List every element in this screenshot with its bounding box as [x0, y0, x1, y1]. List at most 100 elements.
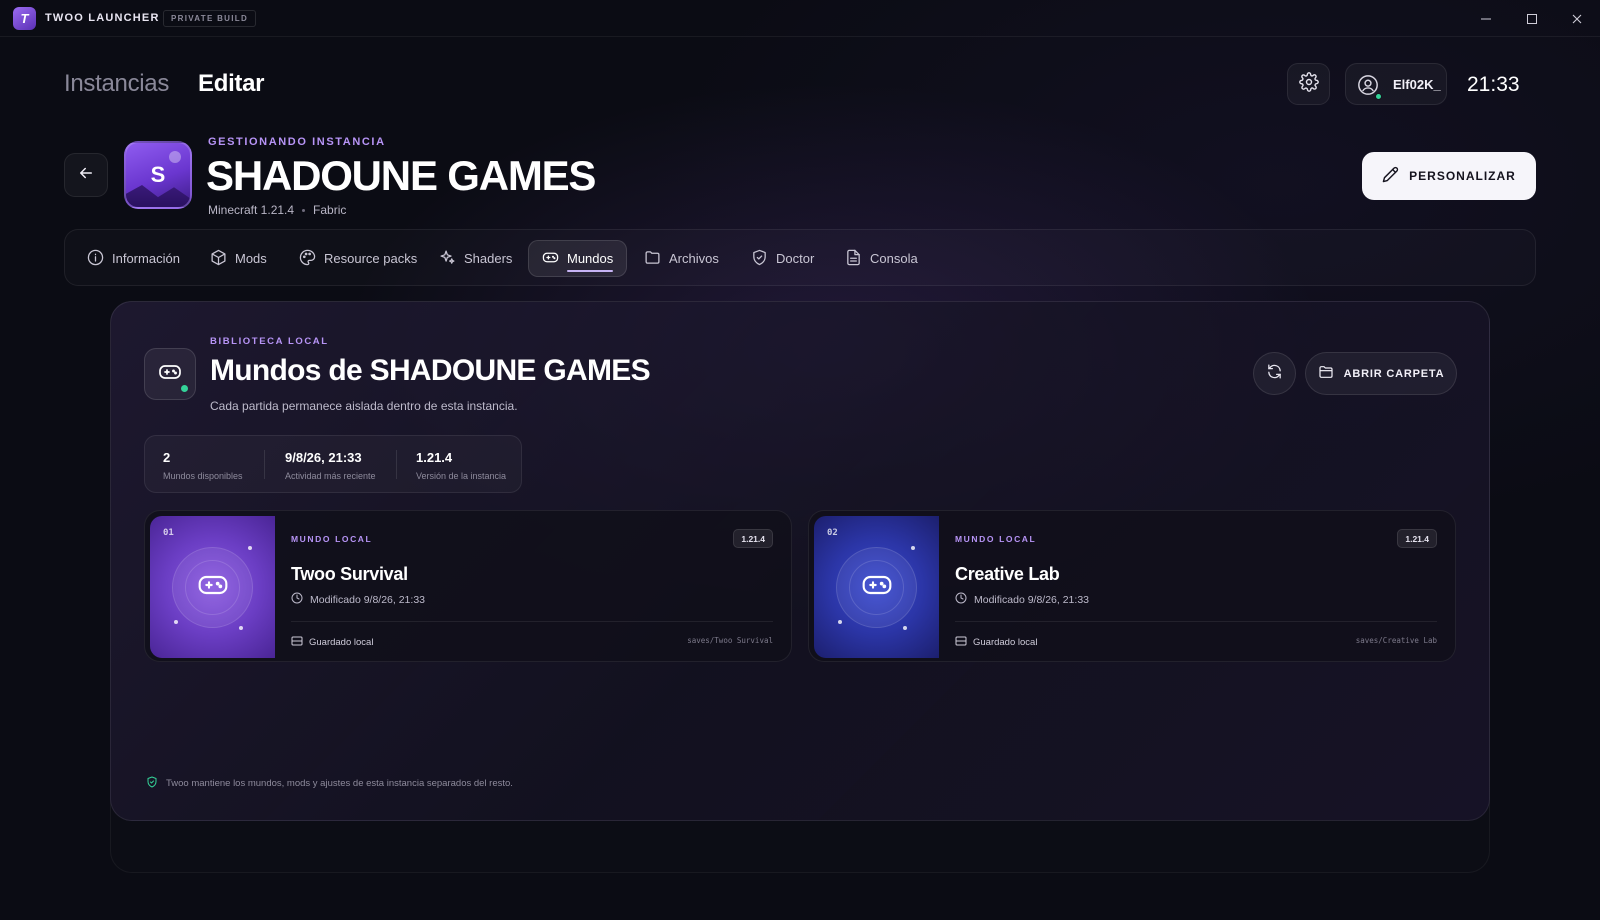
world-storage: Guardado local [291, 635, 373, 650]
minimize-icon[interactable] [1475, 8, 1497, 30]
app-logo: T [13, 7, 36, 30]
shield-icon [751, 249, 768, 269]
close-icon[interactable] [1566, 8, 1588, 30]
sparkle-dot [838, 620, 842, 624]
open-folder-button[interactable]: ABRIR CARPETA [1305, 352, 1457, 395]
customize-label: PERSONALIZAR [1409, 169, 1516, 183]
sparkles-icon [439, 249, 456, 269]
drive-icon [291, 635, 303, 650]
drive-icon [955, 635, 967, 650]
instance-meta: Minecraft 1.21.4 Fabric [208, 203, 346, 217]
instance-icon: S [124, 141, 192, 209]
gamepad-icon [158, 360, 182, 389]
clock-icon [291, 592, 303, 607]
app-name: TWOO LAUNCHER [45, 12, 160, 24]
info-icon [87, 249, 104, 269]
tab-doctor[interactable]: Doctor [751, 240, 814, 277]
instance-overline: GESTIONANDO INSTANCIA [208, 136, 386, 148]
sparkle-dot [903, 626, 907, 630]
world-number: 01 [163, 528, 174, 538]
stat-value: 2 [163, 450, 171, 465]
folder-open-icon [1318, 364, 1334, 383]
tab-mundos[interactable]: Mundos [528, 240, 628, 277]
stat-divider [264, 450, 265, 479]
gamepad-icon [542, 249, 559, 269]
shield-check-icon [146, 776, 158, 791]
clock-icon [955, 592, 967, 607]
world-card[interactable]: 02 MUNDO LOCAL 1.21.4 Creative Lab Modif… [808, 510, 1456, 662]
instance-icon-mountains [126, 185, 190, 207]
tab-resource-packs[interactable]: Resource packs [299, 240, 417, 277]
world-path: saves/Twoo Survival [687, 636, 773, 645]
settings-button[interactable] [1287, 63, 1330, 105]
maximize-icon[interactable] [1521, 8, 1543, 30]
document-icon [845, 249, 862, 269]
palette-icon [299, 249, 316, 269]
stat-label: Actividad más reciente [285, 471, 376, 481]
world-storage: Guardado local [955, 635, 1037, 650]
sparkle-dot [239, 626, 243, 630]
stat-divider [396, 450, 397, 479]
world-name: Twoo Survival [291, 564, 408, 584]
world-modified-text: Modificado 9/8/26, 21:33 [974, 593, 1089, 606]
tab-label: Shaders [464, 251, 513, 266]
world-thumbnail: 01 [150, 516, 275, 658]
window-titlebar[interactable]: T TWOO LAUNCHER PRIVATE BUILD [0, 0, 1600, 37]
refresh-button[interactable] [1253, 352, 1296, 395]
gamepad-icon [861, 569, 893, 606]
world-version-badge: 1.21.4 [733, 529, 773, 548]
meta-separator [302, 208, 306, 212]
clock: 21:33 [1467, 73, 1520, 96]
sparkle-dot [174, 620, 178, 624]
card-divider [955, 621, 1437, 622]
world-version-badge: 1.21.4 [1397, 529, 1437, 548]
worlds-title: Mundos de SHADOUNE GAMES [210, 354, 651, 387]
gear-icon [1298, 71, 1319, 97]
stat-value: 9/8/26, 21:33 [285, 450, 362, 465]
breadcrumb-instancias[interactable]: Instancias [64, 70, 169, 98]
tab-label: Mods [235, 251, 267, 266]
stat-value: 1.21.4 [416, 450, 453, 465]
open-folder-label: ABRIR CARPETA [1343, 367, 1445, 380]
user-profile-button[interactable]: Elf02K_ [1345, 63, 1447, 105]
library-overline: BIBLIOTECA LOCAL [210, 336, 329, 347]
tab-label: Archivos [669, 251, 719, 266]
worlds-header-icon [144, 348, 196, 400]
instance-loader: Fabric [313, 203, 347, 217]
stat-label: Versión de la instancia [416, 471, 507, 481]
world-storage-text: Guardado local [973, 637, 1038, 648]
refresh-icon [1266, 363, 1283, 385]
isolation-note: Twoo mantiene los mundos, mods y ajustes… [146, 776, 513, 791]
tab-informacion[interactable]: Información [87, 240, 180, 277]
card-divider [291, 621, 773, 622]
tab-label: Resource packs [324, 251, 418, 266]
customize-button[interactable]: PERSONALIZAR [1362, 152, 1536, 200]
pencil-icon [1382, 166, 1399, 186]
worlds-subtitle: Cada partida permanece aislada dentro de… [210, 399, 518, 413]
world-modified-text: Modificado 9/8/26, 21:33 [310, 593, 425, 606]
world-name: Creative Lab [955, 564, 1060, 584]
world-overline: MUNDO LOCAL [955, 534, 1037, 544]
tab-label: Información [112, 251, 180, 266]
worlds-stats: 2 Mundos disponibles 9/8/26, 21:33 Activ… [144, 435, 522, 493]
world-card[interactable]: 01 MUNDO LOCAL 1.21.4 Twoo Survival Modi… [144, 510, 792, 662]
back-button[interactable] [64, 153, 108, 197]
thumbnail-inner-ring [849, 560, 904, 615]
world-modified: Modificado 9/8/26, 21:33 [291, 592, 425, 607]
instance-version: Minecraft 1.21.4 [208, 203, 295, 217]
tab-consola[interactable]: Consola [845, 240, 918, 277]
tab-label: Doctor [776, 251, 815, 266]
gamepad-icon [197, 569, 229, 606]
world-overline: MUNDO LOCAL [291, 534, 373, 544]
tab-shaders[interactable]: Shaders [439, 240, 512, 277]
tab-mods[interactable]: Mods [210, 240, 267, 277]
tab-archivos[interactable]: Archivos [644, 240, 719, 277]
user-name: Elf02K_ [1393, 77, 1441, 92]
build-badge: PRIVATE BUILD [163, 10, 257, 27]
isolation-note-text: Twoo mantiene los mundos, mods y ajustes… [166, 778, 513, 789]
sparkle-dot [911, 546, 915, 550]
world-storage-text: Guardado local [309, 637, 374, 648]
tab-label: Mundos [567, 251, 614, 266]
tab-label: Consola [870, 251, 918, 266]
cube-icon [210, 249, 227, 269]
